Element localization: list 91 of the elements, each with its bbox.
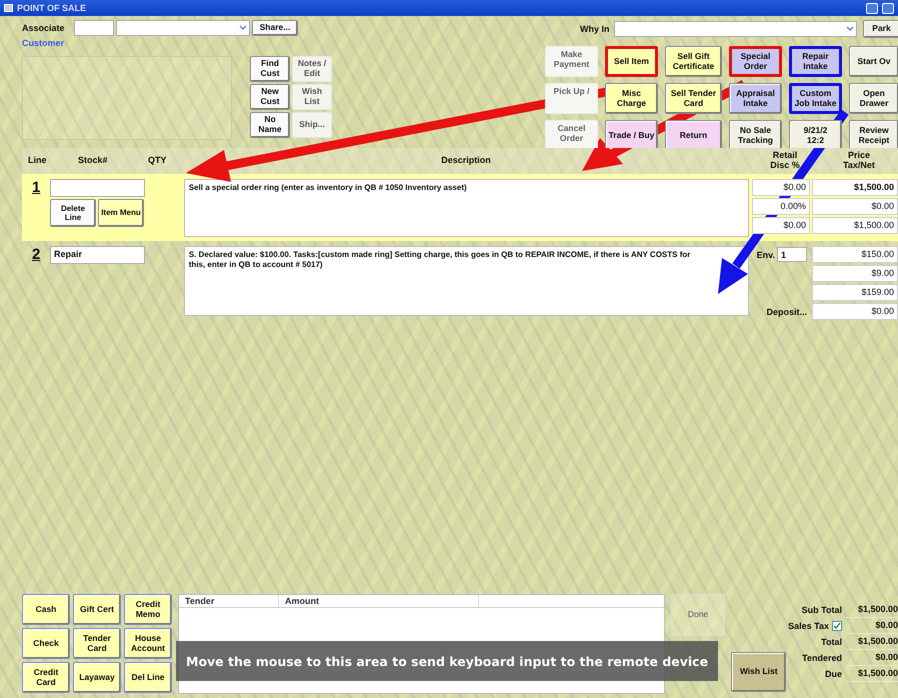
action-button[interactable]: Repair Intake <box>789 46 842 77</box>
price-cell: $9.00 <box>812 265 898 282</box>
action-button[interactable]: Pick Up / <box>545 83 598 114</box>
price-cell: $0.00 <box>812 303 898 320</box>
action-button[interactable]: Make Payment <box>545 46 598 77</box>
action-button[interactable]: Special Order <box>729 46 782 77</box>
associate-dropdown[interactable] <box>116 20 250 36</box>
column-header: Retail Disc % <box>769 151 801 171</box>
customer-link[interactable]: Customer <box>22 38 64 48</box>
action-button[interactable]: Cancel Order <box>545 120 598 148</box>
action-button[interactable]: Custom Job Intake <box>789 83 842 114</box>
sales-tax-checkbox[interactable] <box>832 621 842 631</box>
tender-button[interactable]: Check <box>22 628 70 659</box>
action-button[interactable]: 9/21/2 12:2 <box>789 120 842 148</box>
total-label: Due <box>825 669 842 679</box>
retail-cell: 0.00% <box>752 198 810 215</box>
minimize-button[interactable] <box>866 2 878 14</box>
line-number: 2 <box>31 246 42 265</box>
description-field[interactable]: S. Declared value: $100.00. Tasks:[custom made ring] Setting charge, this goes in QB to REPAIR INCOME, if there is ANY COSTS for this, enter in QB to account # 5017) <box>184 246 749 316</box>
total-label: Total <box>821 637 842 647</box>
column-header: Amount <box>279 595 479 607</box>
line-button[interactable]: Item Menu <box>98 199 144 227</box>
chevron-icon <box>238 23 248 33</box>
column-header: Stock# <box>77 156 109 166</box>
deposit-link[interactable]: Deposit... <box>752 303 810 320</box>
total-value: $0.00 <box>846 618 898 634</box>
description-field[interactable]: Sell a special order ring (enter as inventory in QB # 1050 Inventory asset) <box>184 179 749 237</box>
column-header: Line <box>27 156 48 166</box>
total-label: Sales Tax <box>788 621 830 631</box>
line-item-row[interactable]: 1 Delete Line Item Menu Sell a special order ring (enter as inventory in QB # 1050 Inventory asset) $0.00 $1,500.00 0.00% $0.00 $0.00 $1,500.00 <box>22 174 898 241</box>
column-header: Description <box>440 156 492 166</box>
env-field[interactable]: 1 <box>776 247 807 262</box>
line-button[interactable]: Delete Line <box>50 199 96 227</box>
price-cell: $0.00 <box>812 198 898 215</box>
why-in-dropdown[interactable] <box>614 21 856 37</box>
why-in-label: Why In <box>580 24 610 34</box>
price-cell: $159.00 <box>812 284 898 301</box>
customer-link-button[interactable]: Ship... <box>292 112 332 138</box>
action-button[interactable]: Appraisal Intake <box>729 83 782 114</box>
line-number: 1 <box>31 179 42 198</box>
tender-button[interactable]: Credit Memo <box>124 594 172 625</box>
action-button[interactable]: Sell Tender Card <box>665 83 722 114</box>
price-cell: $150.00 <box>812 246 898 263</box>
tender-button[interactable]: Tender Card <box>73 628 121 659</box>
action-button[interactable]: Start Ov <box>849 46 898 77</box>
customer-button[interactable]: No Name <box>250 112 290 138</box>
tender-button[interactable]: Cash <box>22 594 70 625</box>
tender-button[interactable]: Layaway <box>73 662 121 693</box>
tender-button[interactable]: Credit Card <box>22 662 70 693</box>
customer-button[interactable]: New Cust <box>250 84 290 110</box>
tender-button[interactable]: Gift Cert <box>73 594 121 625</box>
column-header: QTY <box>147 156 168 166</box>
total-value: $1,500.00 <box>846 634 898 650</box>
env-label: Env. <box>756 250 775 260</box>
wish-list-button[interactable]: Wish List <box>731 652 786 692</box>
window-title: POINT OF SALE <box>17 3 86 13</box>
action-button[interactable]: Sell Item <box>605 46 658 77</box>
action-button[interactable]: Trade / Buy <box>605 120 658 148</box>
chevron-icon <box>844 24 854 34</box>
retail-cell: $0.00 <box>752 179 810 196</box>
action-button[interactable]: Sell Gift Certificate <box>665 46 722 77</box>
customer-link-button[interactable]: Notes / Edit <box>292 56 332 82</box>
price-cell: $1,500.00 <box>812 179 898 196</box>
restore-button[interactable] <box>882 2 894 14</box>
stock-field[interactable] <box>50 179 145 197</box>
associate-label: Associate <box>22 23 66 33</box>
column-header: Price Tax/Net <box>842 151 876 171</box>
action-button[interactable]: Return <box>665 120 722 148</box>
action-button[interactable]: Review Receipt <box>849 120 898 148</box>
total-label: Sub Total <box>802 605 842 615</box>
share-button[interactable]: Share... <box>252 20 298 36</box>
action-button[interactable]: No Sale Tracking <box>729 120 782 148</box>
total-value: $1,500.00 <box>846 666 898 682</box>
associate-code-field[interactable] <box>74 20 114 36</box>
remote-input-toast: Move the mouse to this area to send keyboard input to the remote device <box>176 641 718 681</box>
total-value: $1,500.00 <box>846 602 898 618</box>
customer-button[interactable]: Find Cust <box>250 56 290 82</box>
tender-button[interactable]: Del Line <box>124 662 172 693</box>
action-button[interactable]: Misc Charge <box>605 83 658 114</box>
tender-button[interactable]: House Account <box>124 628 172 659</box>
total-label: Tendered <box>802 653 842 663</box>
total-value: $0.00 <box>846 650 898 666</box>
retail-cell: $0.00 <box>752 217 810 234</box>
park-button[interactable]: Park <box>862 20 898 38</box>
column-header: Tender <box>179 595 279 607</box>
app-icon <box>4 4 13 12</box>
action-button[interactable]: Open Drawer <box>849 83 898 114</box>
stock-field[interactable]: Repair <box>50 246 145 264</box>
done-button[interactable]: Done <box>670 594 726 636</box>
price-cell: $1,500.00 <box>812 217 898 234</box>
customer-link-button[interactable]: Wish List <box>292 84 332 110</box>
